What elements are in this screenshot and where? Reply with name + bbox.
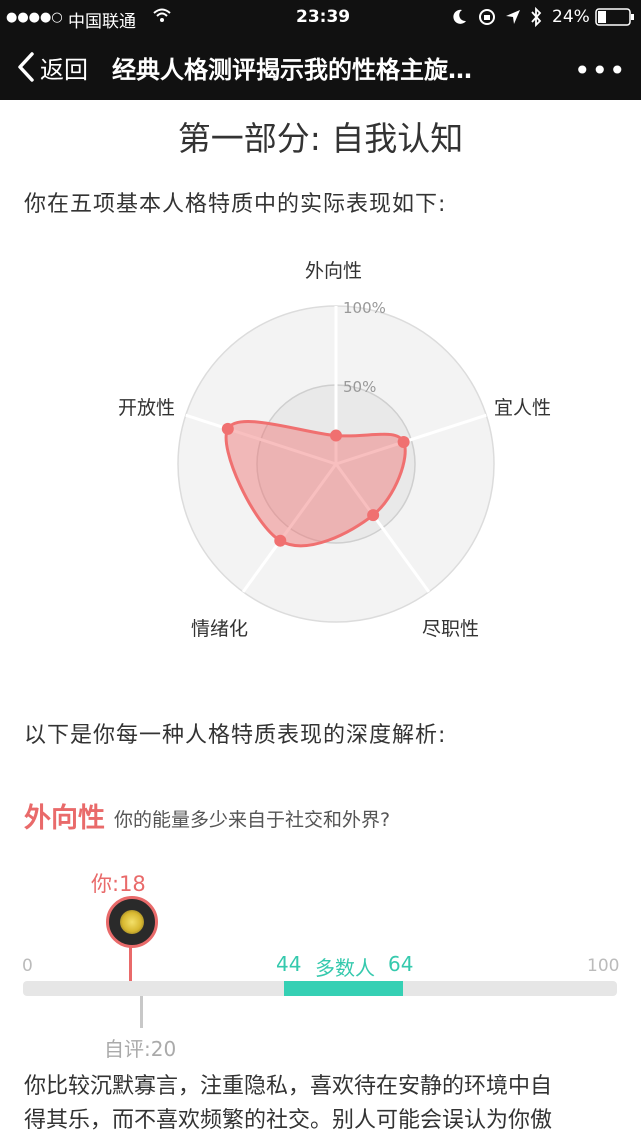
majority-label: 多数人	[315, 956, 375, 980]
trait-name: 外向性	[24, 803, 105, 834]
radar-axis-label-extraversion: 外向性	[305, 260, 363, 282]
radar-chart: 100% 50%	[177, 299, 495, 623]
radar-point-extraversion	[330, 429, 342, 442]
description-line: 你比较沉默寡言，注重隐私，喜欢待在安静的环境中自	[24, 1074, 553, 1099]
radar-point-conscientiousness	[367, 509, 380, 522]
radar-axis-label-neuroticism: 情绪化	[191, 618, 249, 640]
analysis-intro: 以下是你每一种人格特质表现的深度解析:	[24, 723, 447, 748]
majority-high-label: 64	[388, 952, 414, 976]
majority-low-label: 44	[276, 952, 302, 976]
majority-range-bar	[284, 981, 404, 996]
description-line: 得其乐，而不喜欢频繁的社交。别人可能会误认为你傲	[24, 1108, 553, 1133]
avatar	[106, 896, 158, 948]
self-score-label: 自评:20	[104, 1037, 177, 1061]
scale-min-label: 0	[22, 956, 33, 976]
ring-label-50: 50%	[343, 378, 376, 396]
radar-point-openness	[221, 422, 234, 435]
scale-max-label: 100	[587, 956, 620, 976]
you-score-label: 你:18	[91, 872, 146, 896]
radar-point-agreeableness	[397, 436, 410, 449]
radar-axis-label-openness: 开放性	[118, 397, 176, 419]
trait-description: 你比较沉默寡言，注重隐私，喜欢待在安静的环境中自 得其乐，而不喜欢频繁的社交。别…	[24, 1070, 624, 1138]
ring-label-100: 100%	[343, 299, 386, 317]
trait-question: 你的能量多少来自于社交和外界?	[114, 809, 391, 831]
you-score-marker	[129, 946, 132, 982]
radar-axis-label-agreeableness: 宜人性	[494, 397, 552, 419]
radar-axis-label-conscientiousness: 尽职性	[422, 618, 480, 640]
self-score-marker	[140, 996, 143, 1028]
avatar-image	[120, 910, 144, 934]
radar-point-neuroticism	[274, 534, 287, 547]
